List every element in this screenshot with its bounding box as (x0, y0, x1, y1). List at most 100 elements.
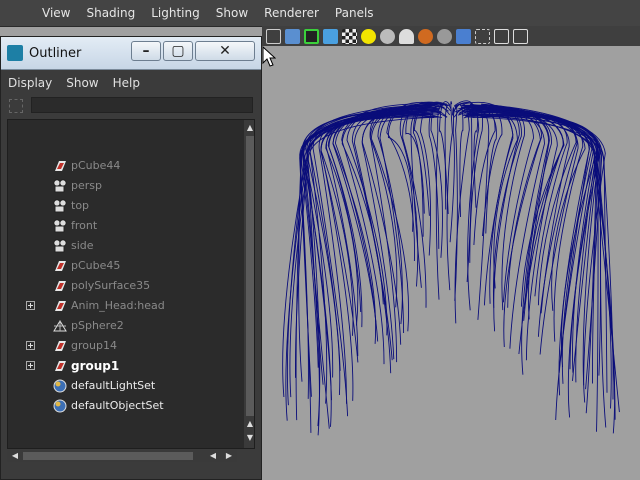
hair-strand (454, 102, 479, 208)
menu-shading[interactable]: Shading (78, 6, 143, 20)
outliner-menubar: Display Show Help (1, 71, 261, 95)
scroll-right-icon[interactable]: ▶ (223, 450, 235, 462)
outliner-item-group14[interactable]: group14 (8, 336, 238, 356)
outliner-item-defaultobjectset[interactable]: defaultObjectSet (8, 396, 238, 416)
isolate-select-icon[interactable] (475, 28, 490, 44)
menu-view[interactable]: View (34, 6, 78, 20)
hair-strand (461, 106, 543, 348)
outliner-item-label: persp (71, 179, 102, 192)
dof-icon[interactable] (456, 28, 471, 44)
hair-strand (361, 105, 439, 345)
maximize-button[interactable]: ▢ (163, 41, 193, 61)
outliner-item-front[interactable]: front (8, 216, 238, 236)
smooth-shade-icon[interactable] (285, 28, 300, 44)
close-button[interactable]: ✕ (195, 41, 255, 61)
outliner-item-pcube44[interactable]: pCube44 (8, 156, 238, 176)
outliner-item-label: pSphere2 (71, 319, 124, 332)
outliner-item-side[interactable]: side (8, 236, 238, 256)
outliner-window: Outliner – ▢ ✕ Display Show Help pCube44… (0, 36, 262, 480)
hair-strand (446, 101, 453, 291)
expand-icon[interactable] (26, 301, 35, 310)
filter-icon[interactable] (9, 99, 23, 113)
expand-icon[interactable] (26, 361, 35, 370)
outliner-item-polysurface35[interactable]: polySurface35 (8, 276, 238, 296)
menu-panels[interactable]: Panels (327, 6, 382, 20)
outliner-item-defaultlightset[interactable]: defaultLightSet (8, 376, 238, 396)
menu-show[interactable]: Show (208, 6, 256, 20)
camera-icon (52, 178, 68, 194)
outliner-item-anim-head-head[interactable]: Anim_Head:head (8, 296, 238, 316)
hair-wireframe (282, 100, 620, 436)
outliner-item-pcube45[interactable]: pCube45 (8, 256, 238, 276)
horizontal-scroll-thumb[interactable] (23, 452, 193, 460)
scroll-down-step-icon[interactable]: ▲ (244, 418, 254, 430)
hair-strand (439, 101, 451, 215)
maya-menubar: View Shading Lighting Show Renderer Pane… (0, 0, 640, 27)
wireframe-cube-icon[interactable] (266, 28, 281, 44)
checker-icon[interactable] (342, 28, 357, 44)
textured-icon[interactable] (323, 28, 338, 44)
scroll-left-icon[interactable]: ◀ (9, 450, 21, 462)
minimize-button[interactable]: – (131, 41, 161, 61)
menu-help[interactable]: Help (106, 76, 147, 90)
camera-icon (52, 218, 68, 234)
minimize-icon: – (142, 43, 150, 59)
outliner-item-label: top (71, 199, 90, 212)
horizontal-scrollbar[interactable]: ◀ ◀ ▶ (7, 450, 237, 462)
close-icon: ✕ (219, 43, 231, 59)
outliner-item-psphere2[interactable]: pSphere2 (8, 316, 238, 336)
viewport-menu: View Shading Lighting Show Renderer Pane… (34, 0, 382, 26)
locator-icon (52, 318, 68, 334)
hair-strand (303, 107, 437, 378)
outliner-list: pCube44 persp top front side pCube45 polySurfa… (7, 119, 255, 449)
vertical-scrollbar[interactable]: ▲ ▲ ▼ (244, 120, 254, 448)
ao-icon[interactable] (399, 28, 414, 44)
outliner-item-label: pCube45 (71, 259, 121, 272)
wireframe-on-shaded-icon[interactable] (304, 28, 319, 44)
outliner-titlebar[interactable]: Outliner – ▢ ✕ (1, 37, 261, 70)
hair-strand (295, 111, 436, 421)
camera-icon (52, 238, 68, 254)
outliner-item-label: front (71, 219, 98, 232)
scroll-left-step-icon[interactable]: ◀ (207, 450, 219, 462)
hair-strand (453, 103, 464, 218)
outliner-item-persp[interactable]: persp (8, 176, 238, 196)
mesh-icon (52, 258, 68, 274)
menu-show[interactable]: Show (59, 76, 105, 90)
motion-blur-icon[interactable] (418, 28, 433, 44)
set-icon (52, 378, 68, 394)
outliner-item-label: defaultObjectSet (71, 399, 164, 412)
window-title: Outliner (29, 46, 82, 61)
mesh-icon (52, 298, 68, 314)
outliner-item-label: side (71, 239, 94, 252)
mesh-icon (52, 158, 68, 174)
viewport-toolbar (262, 26, 640, 46)
menu-renderer[interactable]: Renderer (256, 6, 327, 20)
menu-lighting[interactable]: Lighting (143, 6, 208, 20)
outliner-item-top[interactable]: top (8, 196, 238, 216)
xray-icon[interactable] (494, 28, 509, 44)
vertical-scroll-thumb[interactable] (246, 136, 254, 416)
maximize-icon: ▢ (171, 43, 185, 59)
set-icon (52, 398, 68, 414)
search-input[interactable] (31, 97, 253, 113)
outliner-item-group1[interactable]: group1 (8, 356, 238, 376)
outliner-item-label: group1 (71, 359, 120, 373)
scroll-down-icon[interactable]: ▼ (244, 432, 254, 444)
mesh-icon (52, 278, 68, 294)
aa-icon[interactable] (437, 28, 452, 44)
hair-strand (444, 104, 452, 210)
camera-icon (52, 198, 68, 214)
scroll-up-icon[interactable]: ▲ (244, 122, 254, 134)
xray-joints-icon[interactable] (513, 28, 528, 44)
shadow-icon[interactable] (380, 28, 395, 44)
expand-icon[interactable] (26, 341, 35, 350)
mesh-icon (52, 358, 68, 374)
viewport[interactable] (262, 46, 640, 480)
light-icon[interactable] (361, 28, 376, 44)
mouse-cursor-icon (262, 46, 276, 67)
hair-strand (420, 101, 449, 256)
outliner-item-label: Anim_Head:head (71, 299, 165, 312)
maya-logo-icon (7, 45, 23, 61)
menu-display[interactable]: Display (1, 76, 59, 90)
